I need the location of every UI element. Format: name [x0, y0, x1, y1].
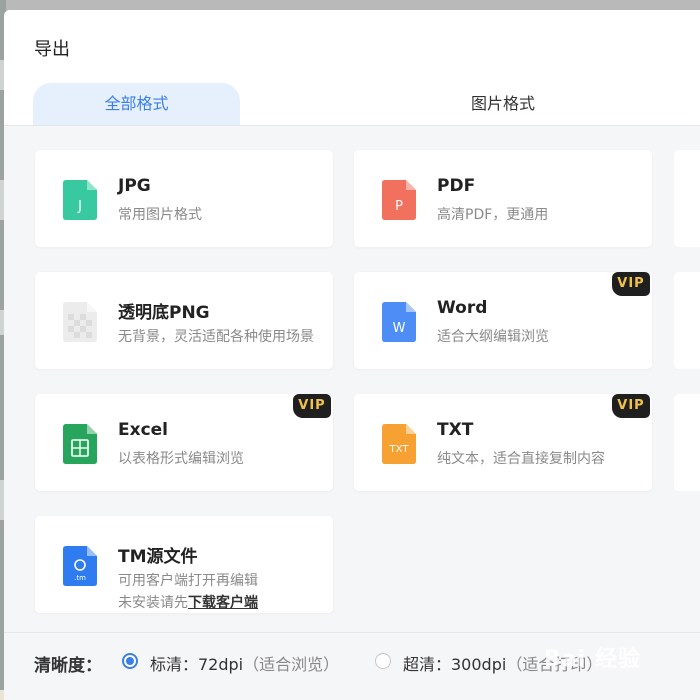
format-desc: 适合大纲编辑浏览	[437, 329, 549, 345]
download-client-link[interactable]: 下载客户端	[188, 595, 258, 611]
install-hint: 未安装请先下载客户端	[118, 592, 258, 612]
dialog-title: 导出	[34, 39, 70, 60]
radio-standard[interactable]	[122, 653, 138, 669]
svg-text:J: J	[77, 199, 82, 214]
format-name: 透明底PNG	[118, 303, 210, 323]
format-desc: 高清PDF，更通用	[437, 207, 549, 223]
svg-text:W: W	[393, 321, 406, 336]
format-card-pdf[interactable]: P PDF 高清PDF，更通用	[354, 150, 652, 247]
vip-badge: VIP	[612, 272, 650, 296]
radio-ultra[interactable]	[375, 653, 391, 669]
option-label: 超清：300dpi	[403, 655, 507, 674]
format-name: PDF	[437, 176, 476, 196]
format-desc: 以表格形式编辑浏览	[118, 451, 244, 467]
txt-file-icon: TXT	[382, 424, 416, 464]
option-label: 标清：72dpi	[150, 655, 244, 674]
svg-text:P: P	[395, 199, 403, 214]
format-desc: 可用客户端打开再编辑	[118, 573, 258, 589]
format-desc: 常用图片格式	[118, 207, 202, 223]
export-dialog: 导出 全部格式 图片格式 J JPG 常用图片格式 P PDF 高清PDF，更通…	[4, 10, 700, 700]
format-name: Word	[437, 298, 488, 318]
baidu-watermark: Bai 经验	[544, 647, 641, 672]
format-card-txt[interactable]: TXT TXT 纯文本，适合直接复制内容 VIP	[354, 394, 652, 491]
vip-badge: VIP	[612, 394, 650, 418]
format-card-word[interactable]: W Word 适合大纲编辑浏览 VIP	[354, 272, 652, 369]
format-name: TXT	[437, 420, 474, 440]
vip-badge: VIP	[293, 394, 331, 418]
png-file-icon	[63, 302, 97, 342]
svg-text:TXT: TXT	[389, 444, 410, 455]
svg-text:.tm: .tm	[74, 574, 86, 582]
clarity-footer: 清晰度： 标清：72dpi（适合浏览） 超清：300dpi（适合打印） Bai …	[4, 633, 700, 700]
format-card-partial[interactable]	[674, 394, 700, 491]
format-desc: 纯文本，适合直接复制内容	[437, 451, 605, 467]
jpg-file-icon: J	[63, 180, 97, 220]
format-card-png[interactable]: 透明底PNG 无背景，灵活适配各种使用场景	[35, 272, 333, 369]
format-card-tm[interactable]: .tm TM源文件 可用客户端打开再编辑 未安装请先下载客户端	[35, 516, 333, 613]
header-divider	[4, 125, 700, 126]
tab-all-formats[interactable]: 全部格式	[33, 83, 240, 125]
format-name: JPG	[118, 176, 151, 196]
clarity-label: 清晰度：	[34, 656, 102, 676]
install-hint-text: 未安装请先	[118, 595, 188, 611]
option-note: （适合浏览）	[243, 655, 340, 674]
format-card-partial[interactable]	[674, 272, 700, 369]
tab-image-formats[interactable]: 图片格式	[388, 83, 618, 125]
format-desc: 无背景，灵活适配各种使用场景	[118, 329, 314, 345]
format-name: Excel	[118, 420, 169, 440]
dialog-header: 导出 全部格式 图片格式	[4, 10, 700, 125]
format-card-excel[interactable]: Excel 以表格形式编辑浏览 VIP	[35, 394, 333, 491]
option-standard[interactable]: 标清：72dpi（适合浏览）	[150, 651, 339, 675]
tm-file-icon: .tm	[63, 546, 97, 586]
pdf-file-icon: P	[382, 180, 416, 220]
format-card-partial[interactable]	[674, 150, 700, 247]
excel-file-icon	[63, 424, 97, 464]
format-name: TM源文件	[118, 547, 198, 567]
word-file-icon: W	[382, 302, 416, 342]
format-card-jpg[interactable]: J JPG 常用图片格式	[35, 150, 333, 247]
